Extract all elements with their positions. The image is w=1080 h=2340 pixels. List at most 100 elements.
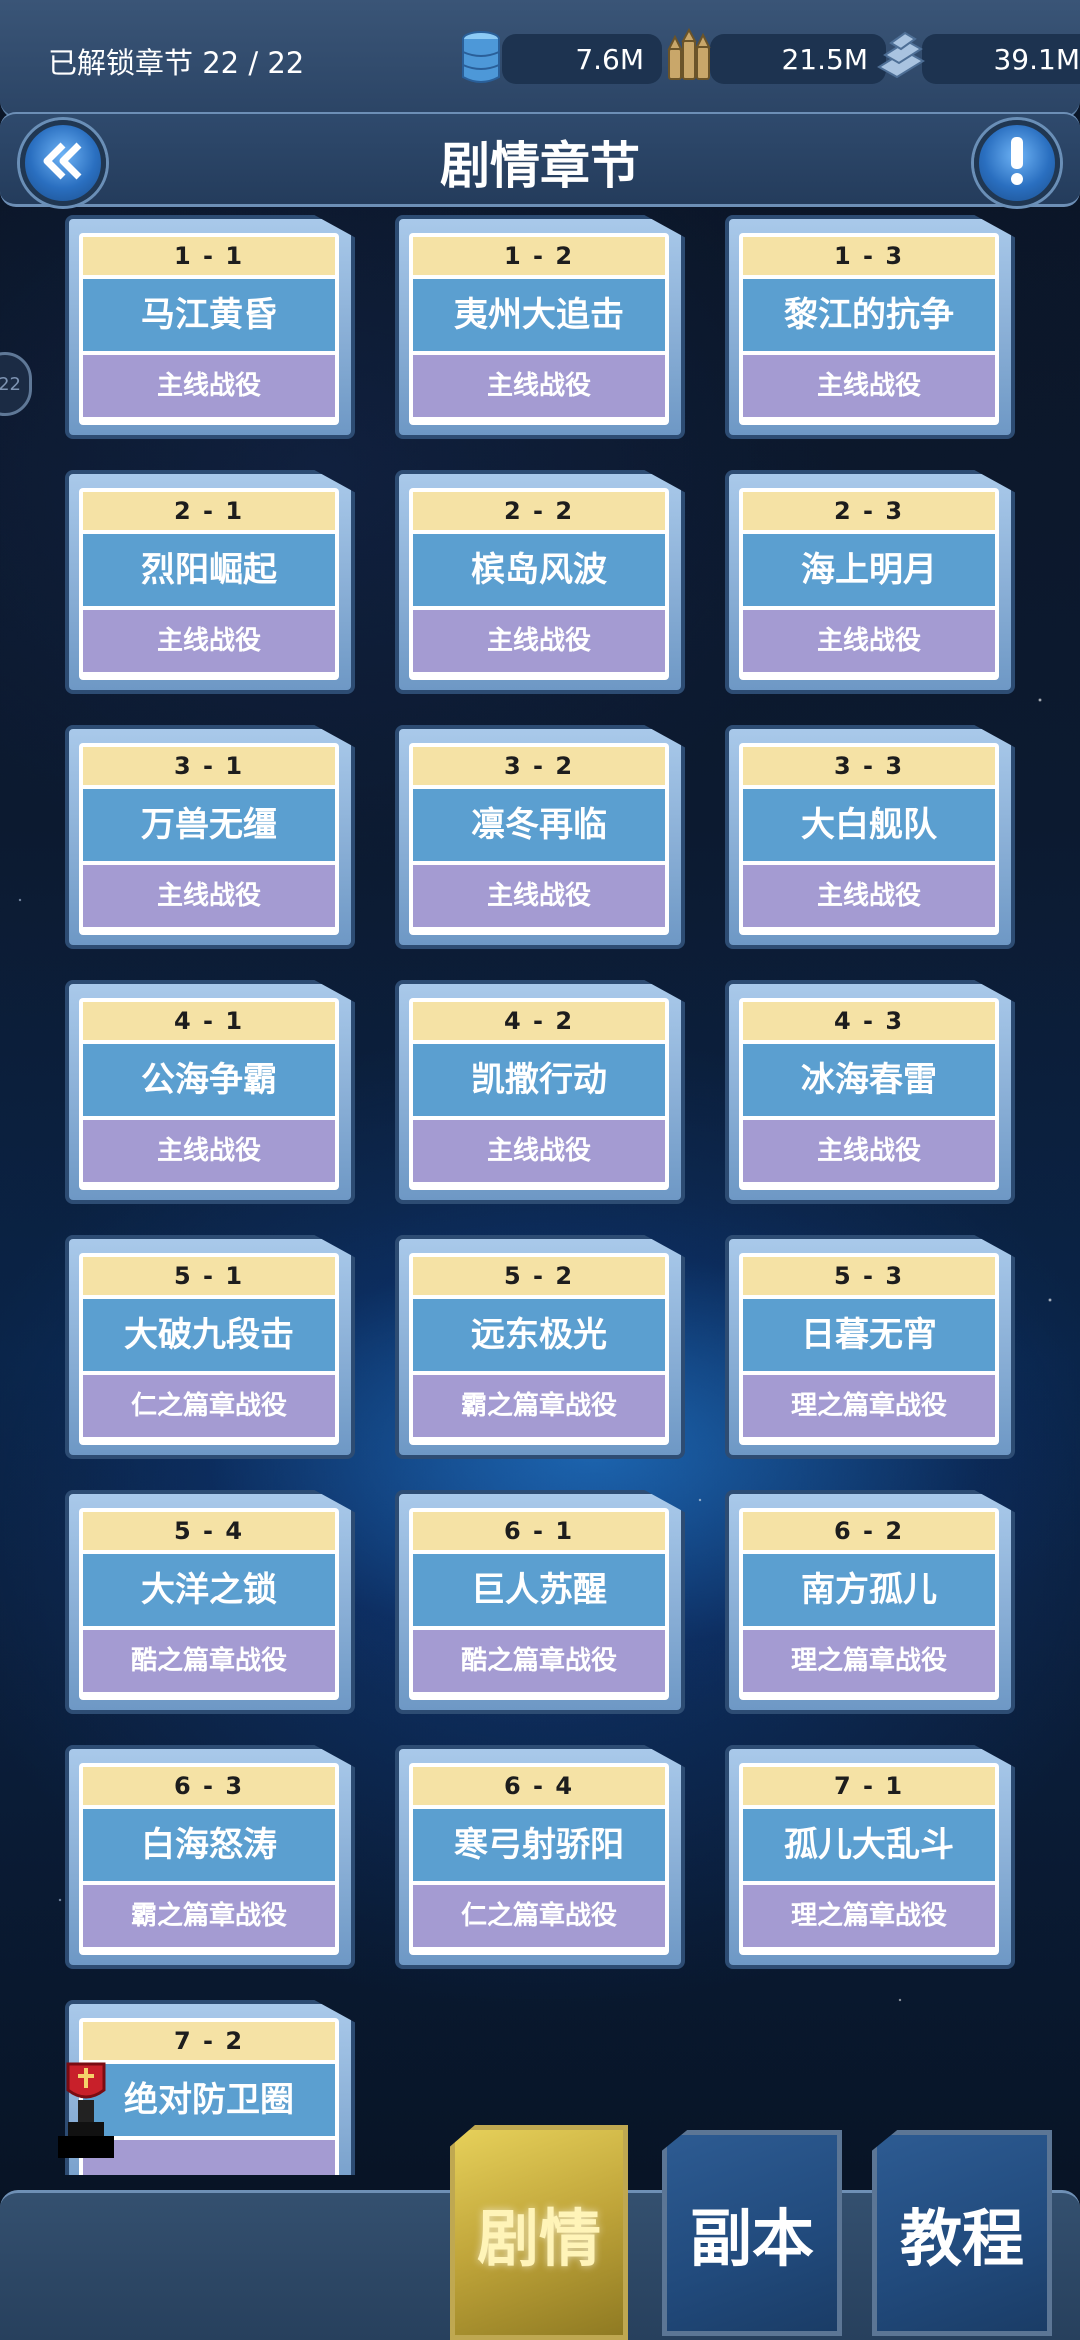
- chapter-card[interactable]: 3 - 3 大白舰队 主线战役: [725, 725, 1015, 949]
- chapter-title: 槟岛风波: [413, 534, 665, 606]
- chapter-title: 烈阳崛起: [83, 534, 335, 606]
- tab-story[interactable]: 剧情: [450, 2125, 628, 2340]
- chapter-card[interactable]: 4 - 2 凯撒行动 主线战役: [395, 980, 685, 1204]
- chapter-card[interactable]: 6 - 3 白海怒涛 霸之篇章战役: [65, 1745, 355, 1969]
- chapter-title: 寒弓射骄阳: [413, 1809, 665, 1881]
- chapter-type: 主线战役: [83, 865, 335, 927]
- chapter-title: 白海怒涛: [83, 1809, 335, 1881]
- chapter-card[interactable]: 1 - 2 夷州大追击 主线战役: [395, 215, 685, 439]
- chapter-number: 2 - 1: [83, 492, 335, 530]
- chapter-title: 孤儿大乱斗: [743, 1809, 995, 1881]
- chapter-number: 5 - 4: [83, 1512, 335, 1550]
- chapter-type: [83, 2140, 335, 2175]
- chapter-card[interactable]: 2 - 3 海上明月 主线战役: [725, 470, 1015, 694]
- page-title: 剧情章节: [440, 137, 640, 195]
- tab-story-label: 剧情: [476, 2201, 601, 2275]
- chapter-number: 7 - 2: [83, 2022, 335, 2060]
- chapter-type: 理之篇章战役: [743, 1375, 995, 1437]
- chapter-number: 4 - 1: [83, 1002, 335, 1040]
- chapter-type: 酷之篇章战役: [83, 1630, 335, 1692]
- chapter-type: 主线战役: [743, 865, 995, 927]
- chapter-card[interactable]: 6 - 4 寒弓射骄阳 仁之篇章战役: [395, 1745, 685, 1969]
- side-drawer-handle[interactable]: 22: [0, 352, 32, 416]
- chapter-title: 南方孤儿: [743, 1554, 995, 1626]
- chapter-type: 主线战役: [83, 1120, 335, 1182]
- ammo-shells-icon: [656, 26, 722, 92]
- chapter-number: 7 - 1: [743, 1767, 995, 1805]
- chapter-card[interactable]: 2 - 1 烈阳崛起 主线战役: [65, 470, 355, 694]
- chapter-title: 大破九段击: [83, 1299, 335, 1371]
- chapter-number: 6 - 1: [413, 1512, 665, 1550]
- chapter-title: 凛冬再临: [413, 789, 665, 861]
- chapter-card[interactable]: 3 - 2 凛冬再临 主线战役: [395, 725, 685, 949]
- chapter-type: 主线战役: [413, 610, 665, 672]
- chapter-type: 酷之篇章战役: [413, 1630, 665, 1692]
- chapter-number: 6 - 4: [413, 1767, 665, 1805]
- side-handle-label: 22: [0, 373, 21, 395]
- chapter-number: 6 - 2: [743, 1512, 995, 1550]
- chapter-card[interactable]: 5 - 1 大破九段击 仁之篇章战役: [65, 1235, 355, 1459]
- chapter-type: 理之篇章战役: [743, 1630, 995, 1692]
- chapter-title: 黎江的抗争: [743, 279, 995, 351]
- chapter-title: 巨人苏醒: [413, 1554, 665, 1626]
- chapter-type: 霸之篇章战役: [413, 1375, 665, 1437]
- chapter-card[interactable]: 4 - 1 公海争霸 主线战役: [65, 980, 355, 1204]
- resource-steel: 39.1M: [868, 30, 1080, 88]
- info-button[interactable]: [974, 120, 1060, 206]
- tab-tutorial-label: 教程: [899, 2202, 1024, 2275]
- chapter-card[interactable]: 1 - 3 黎江的抗争 主线战役: [725, 215, 1015, 439]
- chapter-title: 远东极光: [413, 1299, 665, 1371]
- chapter-type: 主线战役: [83, 355, 335, 417]
- chapter-title: 冰海春雷: [743, 1044, 995, 1116]
- tab-tutorial[interactable]: 教程: [872, 2130, 1052, 2336]
- chapter-title: 大洋之锁: [83, 1554, 335, 1626]
- chapter-card[interactable]: 1 - 1 马江黄昏 主线战役: [65, 215, 355, 439]
- chapter-number: 1 - 1: [83, 237, 335, 275]
- chapter-type: 理之篇章战役: [743, 1885, 995, 1947]
- chapter-number: 2 - 3: [743, 492, 995, 530]
- chapter-card[interactable]: 2 - 2 槟岛风波 主线战役: [395, 470, 685, 694]
- chapter-number: 3 - 1: [83, 747, 335, 785]
- chapter-type: 主线战役: [413, 355, 665, 417]
- chapter-number: 5 - 1: [83, 1257, 335, 1295]
- oil-value: 7.6M: [502, 34, 662, 84]
- tab-dungeon-label: 副本: [689, 2202, 814, 2275]
- stronghold-tower-icon: [54, 2060, 118, 2160]
- chapter-type: 主线战役: [83, 610, 335, 672]
- chapter-title: 马江黄昏: [83, 279, 335, 351]
- chapter-type: 主线战役: [413, 1120, 665, 1182]
- chapter-number: 4 - 3: [743, 1002, 995, 1040]
- chapter-card[interactable]: 4 - 3 冰海春雷 主线战役: [725, 980, 1015, 1204]
- chapter-number: 2 - 2: [413, 492, 665, 530]
- chapter-title: 凯撒行动: [413, 1044, 665, 1116]
- tab-dungeon[interactable]: 副本: [662, 2130, 842, 2336]
- chapter-title: 海上明月: [743, 534, 995, 606]
- chapter-card[interactable]: 7 - 1 孤儿大乱斗 理之篇章战役: [725, 1745, 1015, 1969]
- chapter-title: 公海争霸: [83, 1044, 335, 1116]
- chapter-title: 万兽无缰: [83, 789, 335, 861]
- chapter-type: 主线战役: [743, 355, 995, 417]
- exclamation-icon: [1007, 135, 1027, 191]
- chapter-card[interactable]: 6 - 2 南方孤儿 理之篇章战役: [725, 1490, 1015, 1714]
- chapter-number: 1 - 3: [743, 237, 995, 275]
- chapter-number: 5 - 3: [743, 1257, 995, 1295]
- steel-beam-icon: [868, 26, 934, 92]
- chapter-number: 4 - 2: [413, 1002, 665, 1040]
- chapter-number: 3 - 2: [413, 747, 665, 785]
- chapter-card[interactable]: 5 - 2 远东极光 霸之篇章战役: [395, 1235, 685, 1459]
- chapter-title: 绝对防卫圈: [83, 2064, 335, 2136]
- oil-barrel-icon: [448, 26, 514, 92]
- resource-oil: 7.6M: [448, 30, 662, 88]
- chapter-title: 大白舰队: [743, 789, 995, 861]
- chapter-card[interactable]: 6 - 1 巨人苏醒 酷之篇章战役: [395, 1490, 685, 1714]
- chapter-number: 1 - 2: [413, 237, 665, 275]
- chapter-card[interactable]: 5 - 3 日暮无宵 理之篇章战役: [725, 1235, 1015, 1459]
- chapter-card[interactable]: 3 - 1 万兽无缰 主线战役: [65, 725, 355, 949]
- chapter-number: 6 - 3: [83, 1767, 335, 1805]
- ammo-value: 21.5M: [710, 34, 886, 84]
- chapter-type: 主线战役: [743, 610, 995, 672]
- chapter-type: 仁之篇章战役: [413, 1885, 665, 1947]
- resource-bar: 已解锁章节 22 / 22 7.6M 21.5M 39.1M: [0, 0, 1080, 120]
- chapter-card[interactable]: 5 - 4 大洋之锁 酷之篇章战役: [65, 1490, 355, 1714]
- chapter-type: 霸之篇章战役: [83, 1885, 335, 1947]
